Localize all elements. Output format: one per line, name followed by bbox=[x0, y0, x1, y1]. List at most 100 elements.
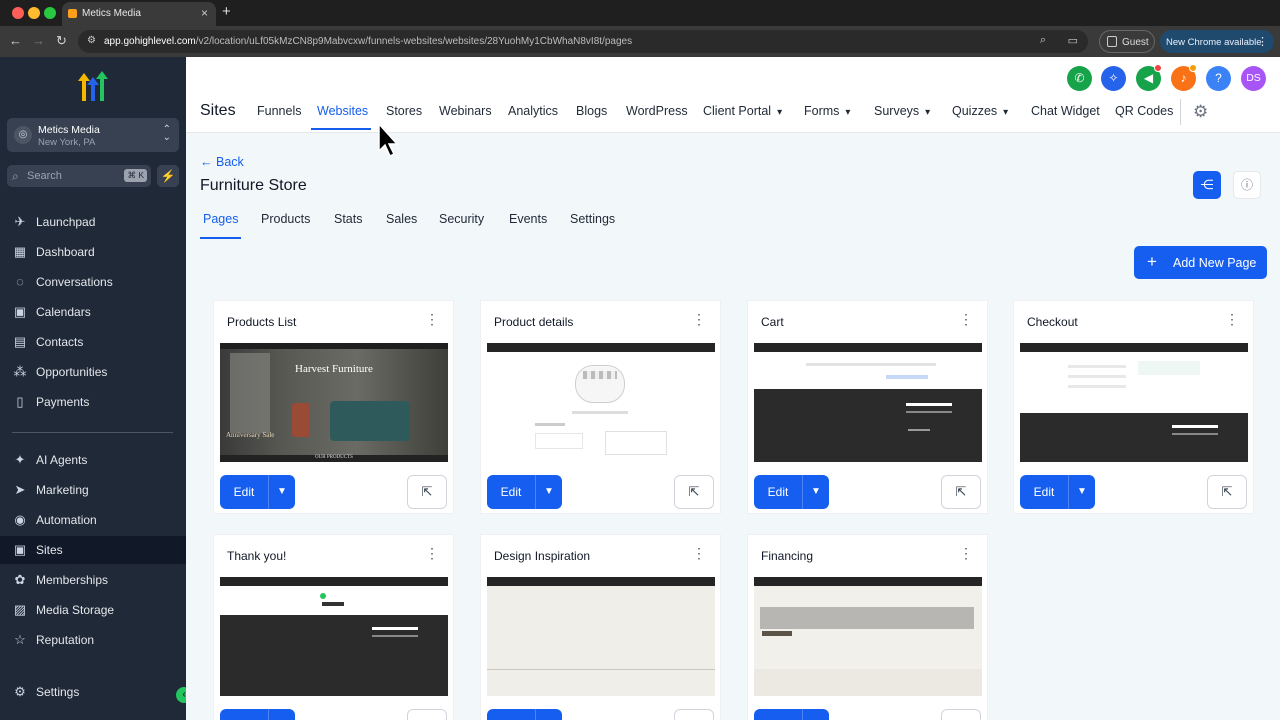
sidebar-item-memberships[interactable]: ✿ Memberships bbox=[0, 566, 186, 594]
close-window-button[interactable] bbox=[12, 7, 24, 19]
open-external-icon[interactable]: ⇱ bbox=[674, 475, 714, 509]
tab-products[interactable]: Products bbox=[261, 212, 310, 226]
sidebar-item-launchpad[interactable]: ✈ Launchpad bbox=[0, 208, 186, 236]
tab-blogs[interactable]: Blogs bbox=[576, 104, 607, 118]
share-icon[interactable]: ⋲ bbox=[1193, 171, 1221, 199]
open-external-icon[interactable]: ⇱ bbox=[674, 709, 714, 720]
edit-button[interactable]: Edit bbox=[220, 709, 268, 720]
open-external-icon[interactable]: ⇱ bbox=[407, 475, 447, 509]
more-options-icon[interactable]: ⋮ bbox=[692, 546, 706, 560]
chevron-down-icon[interactable]: ▼ bbox=[803, 709, 829, 720]
chevron-down-icon[interactable]: ▼ bbox=[269, 709, 295, 720]
back-link[interactable]: ← Back bbox=[200, 155, 244, 169]
chevron-down-icon[interactable]: ▼ bbox=[536, 475, 562, 509]
reload-icon[interactable]: ↻ bbox=[56, 33, 67, 49]
more-options-icon[interactable]: ⋮ bbox=[425, 546, 439, 560]
edit-button[interactable]: Edit bbox=[1020, 475, 1068, 509]
ai-sparkle-icon[interactable]: ✧ bbox=[1101, 66, 1126, 91]
page-card-checkout[interactable]: Checkout ⋮ Edit ▼ ⇱ bbox=[1013, 300, 1254, 514]
page-preview-thumbnail[interactable]: Harvest Furniture Anniversary Sale OUR P… bbox=[220, 343, 448, 462]
more-options-icon[interactable]: ⋮ bbox=[959, 546, 973, 560]
tab-webinars[interactable]: Webinars bbox=[439, 104, 492, 118]
tab-funnels[interactable]: Funnels bbox=[257, 104, 301, 118]
tab-events[interactable]: Events bbox=[509, 212, 547, 226]
sidebar-item-payments[interactable]: ▯ Payments bbox=[0, 388, 186, 416]
page-card-design-inspiration[interactable]: Design Inspiration ⋮ Edit ▼ ⇱ bbox=[480, 534, 721, 720]
cast-icon[interactable]: ▭ bbox=[1068, 34, 1078, 47]
open-external-icon[interactable]: ⇱ bbox=[407, 709, 447, 720]
forward-arrow-icon[interactable]: → bbox=[32, 33, 45, 48]
new-tab-icon[interactable]: + bbox=[222, 3, 231, 20]
zoom-icon[interactable]: ⌕ bbox=[1040, 34, 1046, 47]
sidebar-item-settings[interactable]: ⚙ Settings bbox=[0, 678, 186, 706]
edit-button[interactable]: Edit bbox=[487, 709, 535, 720]
tab-wordpress[interactable]: WordPress bbox=[626, 104, 688, 118]
profile-button[interactable]: Guest bbox=[1099, 30, 1155, 53]
sidebar-item-contacts[interactable]: ▤ Contacts bbox=[0, 328, 186, 356]
minimize-window-button[interactable] bbox=[28, 7, 40, 19]
sidebar-item-automation[interactable]: ◉ Automation bbox=[0, 506, 186, 534]
sidebar-item-conversations[interactable]: ◌ Conversations bbox=[0, 268, 186, 296]
page-preview-thumbnail[interactable] bbox=[487, 577, 715, 696]
maximize-window-button[interactable] bbox=[44, 7, 56, 19]
sidebar-item-reputation[interactable]: ☆ Reputation bbox=[0, 626, 186, 654]
more-options-icon[interactable]: ⋮ bbox=[425, 312, 439, 326]
tab-forms[interactable]: Forms ▾ bbox=[804, 104, 850, 118]
page-card-thank-you[interactable]: Thank you! ⋮ Edit ▼ ⇱ bbox=[213, 534, 454, 720]
open-external-icon[interactable]: ⇱ bbox=[1207, 475, 1247, 509]
add-new-page-button[interactable]: + Add New Page bbox=[1134, 246, 1267, 279]
page-preview-thumbnail[interactable] bbox=[487, 343, 715, 462]
tab-settings[interactable]: Settings bbox=[570, 212, 615, 226]
sidebar-item-opportunities[interactable]: ⁂ Opportunities bbox=[0, 358, 186, 386]
edit-button[interactable]: Edit bbox=[754, 709, 802, 720]
help-icon[interactable]: ? bbox=[1206, 66, 1231, 91]
page-preview-thumbnail[interactable] bbox=[220, 577, 448, 696]
chevron-down-icon[interactable]: ▼ bbox=[1069, 475, 1095, 509]
open-external-icon[interactable]: ⇱ bbox=[941, 475, 981, 509]
tab-websites[interactable]: Websites bbox=[317, 104, 368, 118]
chevron-down-icon[interactable]: ▼ bbox=[536, 709, 562, 720]
close-tab-icon[interactable]: × bbox=[201, 6, 208, 20]
page-preview-thumbnail[interactable] bbox=[1020, 343, 1248, 462]
page-card-financing[interactable]: Financing ⋮ Edit ▼ ⇱ bbox=[747, 534, 988, 720]
edit-button[interactable]: Edit bbox=[754, 475, 802, 509]
page-preview-thumbnail[interactable] bbox=[754, 577, 982, 696]
tab-chat-widget[interactable]: Chat Widget bbox=[1031, 104, 1100, 118]
tab-pages[interactable]: Pages bbox=[203, 212, 238, 226]
sidebar-item-sites[interactable]: ▣ Sites bbox=[0, 536, 186, 564]
tab-security[interactable]: Security bbox=[439, 212, 484, 226]
tab-quizzes[interactable]: Quizzes ▾ bbox=[952, 104, 1008, 118]
sidebar-item-marketing[interactable]: ➤ Marketing bbox=[0, 476, 186, 504]
chevron-down-icon[interactable]: ▼ bbox=[269, 475, 295, 509]
settings-gear-icon[interactable]: ⚙ bbox=[1193, 102, 1208, 122]
tab-sales[interactable]: Sales bbox=[386, 212, 417, 226]
tab-qr-codes[interactable]: QR Codes bbox=[1115, 104, 1173, 118]
edit-button[interactable]: Edit bbox=[487, 475, 535, 509]
page-card-cart[interactable]: Cart ⋮ Edit ▼ ⇱ bbox=[747, 300, 988, 514]
user-avatar[interactable]: DS bbox=[1241, 66, 1266, 91]
phone-icon[interactable]: ✆ bbox=[1067, 66, 1092, 91]
more-options-icon[interactable]: ⋮ bbox=[1225, 312, 1239, 326]
page-card-products-list[interactable]: Products List ⋮ Harvest Furniture Annive… bbox=[213, 300, 454, 514]
browser-tab[interactable]: Metics Media × bbox=[62, 2, 216, 26]
more-options-icon[interactable]: ⋮ bbox=[692, 312, 706, 326]
edit-button[interactable]: Edit bbox=[220, 475, 268, 509]
tab-stats[interactable]: Stats bbox=[334, 212, 363, 226]
site-settings-icon[interactable]: ⚙ bbox=[87, 35, 96, 46]
search-input[interactable]: ⌕ Search ⌘ K bbox=[7, 165, 151, 187]
tab-client-portal[interactable]: Client Portal ▾ bbox=[703, 104, 782, 118]
chevron-down-icon[interactable]: ▼ bbox=[803, 475, 829, 509]
quick-actions-bolt-icon[interactable]: ⚡ bbox=[157, 165, 179, 187]
page-card-product-details[interactable]: Product details ⋮ Edit ▼ ⇱ bbox=[480, 300, 721, 514]
update-chrome-button[interactable]: New Chrome available ⋮ bbox=[1160, 30, 1274, 53]
page-preview-thumbnail[interactable] bbox=[754, 343, 982, 462]
tab-surveys[interactable]: Surveys ▾ bbox=[874, 104, 930, 118]
tab-stores[interactable]: Stores bbox=[386, 104, 422, 118]
sidebar-item-dashboard[interactable]: ▦ Dashboard bbox=[0, 238, 186, 266]
open-external-icon[interactable]: ⇱ bbox=[941, 709, 981, 720]
info-icon[interactable]: ⓘ bbox=[1233, 171, 1261, 199]
location-switcher[interactable]: ◎ Metics Media New York, PA ⌃ ⌄ bbox=[7, 118, 179, 152]
sidebar-item-media-storage[interactable]: ▨ Media Storage bbox=[0, 596, 186, 624]
tab-analytics[interactable]: Analytics bbox=[508, 104, 558, 118]
address-bar[interactable]: ⚙ app.gohighlevel.com/v2/location/uLf05k… bbox=[78, 30, 1088, 53]
